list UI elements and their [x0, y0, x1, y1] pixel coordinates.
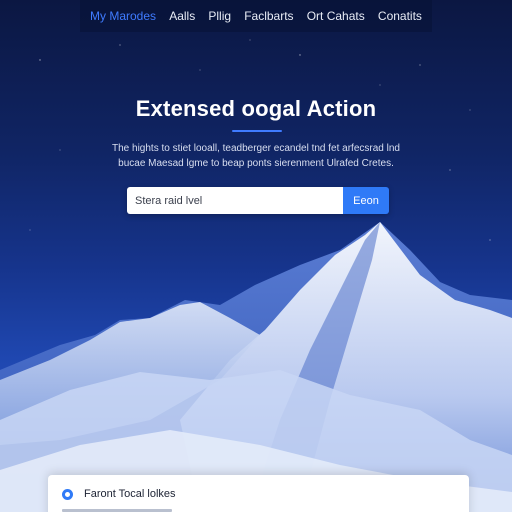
- card-header: Faront Tocal lolkes: [62, 488, 176, 500]
- card-title: Faront Tocal lolkes: [84, 488, 176, 500]
- nav-item-aalls[interactable]: Aalls: [169, 9, 195, 23]
- search-input[interactable]: [127, 187, 343, 214]
- top-navigation: My Marodes Aalls Pllig Faclbarts Ort Cah…: [80, 0, 432, 32]
- search-button[interactable]: Eeon: [343, 187, 389, 214]
- page: My Marodes Aalls Pllig Faclbarts Ort Cah…: [0, 0, 512, 512]
- nav-item-faclbarts[interactable]: Faclbarts: [244, 9, 293, 23]
- hero-subtitle-line1: The hights to stiet looall, teadberger e…: [112, 143, 400, 154]
- hero-subtitle-line2: bucae Maesad lgme to beap ponts sierenme…: [118, 158, 394, 169]
- search-bar: Eeon: [127, 187, 389, 214]
- nav-item-pllig[interactable]: Pllig: [208, 9, 231, 23]
- nav-item-conatits[interactable]: Conatits: [378, 9, 422, 23]
- mountain-background: [0, 39, 512, 512]
- nav-item-ort-cahats[interactable]: Ort Cahats: [307, 9, 365, 23]
- nav-item-my-marodes[interactable]: My Marodes: [90, 9, 156, 23]
- location-pin-icon: [62, 488, 73, 500]
- hero-subtitle: The hights to stiet looall, teadberger e…: [96, 141, 416, 171]
- title-underline: [232, 130, 282, 132]
- hero-title: Extensed oogal Action: [135, 96, 377, 121]
- info-card[interactable]: Faront Tocal lolkes: [48, 475, 469, 512]
